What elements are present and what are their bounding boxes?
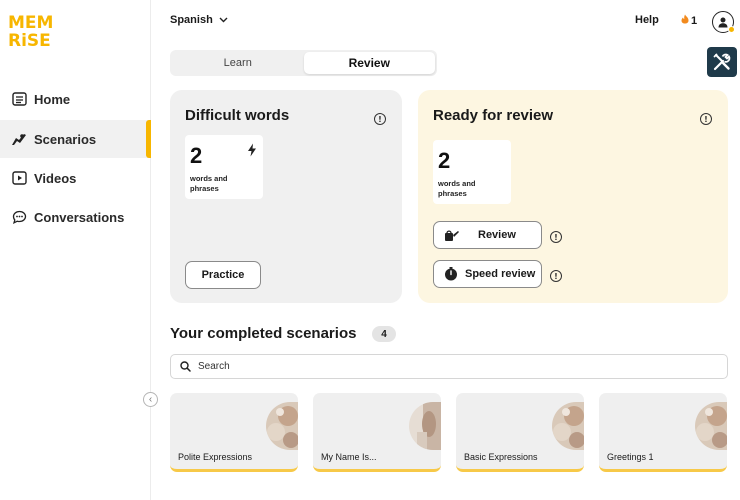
difficult-count-label: words and phrases (190, 174, 228, 193)
tools-icon (713, 53, 731, 71)
notification-dot (728, 26, 735, 33)
language-selector[interactable]: Spanish (170, 14, 228, 26)
chevron-down-icon (219, 14, 228, 26)
home-icon (11, 91, 27, 107)
scenario-card[interactable]: My Name Is... (313, 393, 441, 472)
sidebar-item-label: Home (34, 91, 71, 107)
review-count-label: words and phrases (438, 179, 476, 198)
search-input[interactable] (198, 361, 598, 372)
flame-icon (681, 14, 689, 27)
video-icon (11, 170, 27, 186)
tab-learn[interactable]: Learn (172, 52, 304, 74)
scenario-label: Basic Expressions (464, 452, 538, 462)
chevron-left-icon: ‹ (148, 394, 153, 405)
ready-for-review-card: Ready for review ! 2 words and phrases R… (418, 90, 728, 303)
tab-review[interactable]: Review (303, 52, 435, 74)
sidebar-item-home[interactable]: Home (0, 80, 151, 118)
practice-button[interactable]: Practice (185, 261, 261, 289)
sidebar: MEM RiSE Home Scenarios Videos Conversat… (0, 0, 151, 500)
difficult-count-box: 2 words and phrases (185, 135, 263, 199)
scenario-label: Polite Expressions (178, 452, 253, 462)
scenario-thumbnail (266, 402, 298, 450)
sidebar-item-scenarios[interactable]: Scenarios (0, 120, 151, 158)
scenario-thumbnail (695, 402, 727, 450)
scenario-label: Greetings 1 (607, 452, 654, 462)
scenarios-icon (11, 131, 27, 147)
learn-review-tabs: Learn Review (170, 50, 437, 76)
difficult-words-card: Difficult words ! 2 words and phrases Pr… (170, 90, 402, 303)
user-icon (718, 17, 728, 28)
scenario-card[interactable]: Basic Expressions (456, 393, 584, 472)
sidebar-item-label: Videos (34, 170, 77, 186)
ready-for-review-title: Ready for review (433, 107, 554, 124)
speed-review-button-label: Speed review (465, 268, 536, 280)
scenario-card[interactable]: Greetings 1 (599, 393, 727, 472)
completed-count-badge: 4 (372, 326, 396, 342)
chat-icon (11, 209, 27, 225)
stopwatch-icon (444, 267, 458, 281)
review-button-label: Review (478, 229, 516, 241)
speed-review-button[interactable]: Speed review (433, 260, 542, 288)
review-button[interactable]: Review (433, 221, 542, 249)
scenario-thumbnail (409, 402, 441, 450)
help-link[interactable]: Help (635, 14, 659, 26)
sidebar-item-conversations[interactable]: Conversations (0, 198, 151, 236)
search-icon (180, 361, 191, 372)
info-icon[interactable]: ! (550, 231, 562, 243)
collapse-sidebar-button[interactable]: ‹ (143, 392, 158, 407)
info-icon[interactable]: ! (374, 113, 386, 125)
scenario-card[interactable]: Polite Expressions (170, 393, 298, 472)
memrise-logo[interactable]: MEM RiSE (8, 14, 53, 54)
info-icon[interactable]: ! (550, 270, 562, 282)
scenario-label: My Name Is... (321, 452, 377, 462)
lightning-icon (247, 143, 257, 162)
review-count: 2 (438, 148, 451, 173)
sidebar-item-label: Conversations (34, 209, 125, 225)
info-icon[interactable]: ! (700, 113, 712, 125)
language-label: Spanish (170, 14, 213, 26)
sidebar-item-videos[interactable]: Videos (0, 159, 151, 197)
difficult-words-title: Difficult words (185, 107, 290, 124)
completed-scenarios-title: Your completed scenarios (170, 325, 357, 342)
watering-can-icon (444, 229, 460, 242)
tools-button[interactable] (707, 47, 737, 77)
streak-count: 1 (691, 14, 698, 27)
profile-avatar[interactable] (712, 11, 735, 33)
scenario-search[interactable] (170, 354, 728, 379)
scenario-thumbnail (552, 402, 584, 450)
sidebar-item-label: Scenarios (34, 131, 97, 147)
streak-counter[interactable]: 1 (681, 14, 697, 27)
difficult-count: 2 (190, 143, 203, 168)
review-count-box: 2 words and phrases (433, 140, 511, 204)
